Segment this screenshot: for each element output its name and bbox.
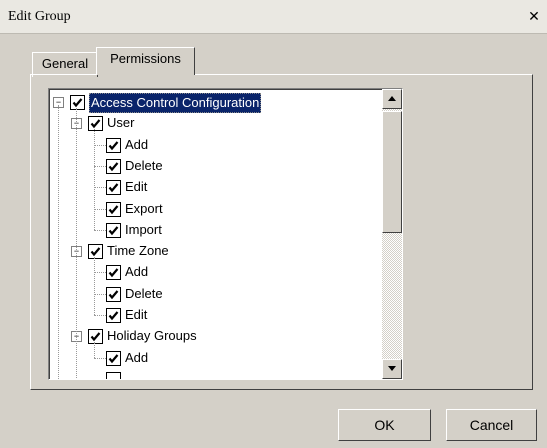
vertical-scrollbar[interactable] [382,89,402,379]
tree-connector [94,315,106,316]
title-bar: Edit Group ✕ [0,0,547,34]
permissions-tree[interactable]: − Access Control Configuration − User Add Del… [48,88,403,380]
cancel-button[interactable]: Cancel [446,409,537,441]
scroll-up-button[interactable] [382,89,402,109]
tree-connector [94,293,106,295]
tree-connector [94,229,106,231]
tree-connector [94,357,106,359]
tree-content: − Access Control Configuration − User Add Del… [49,89,377,379]
tree-connector [94,257,95,315]
tree-item-label: Add [125,264,149,280]
tree-item-label: Delete [125,285,163,301]
checkbox[interactable] [106,265,121,281]
checkbox[interactable] [88,116,103,132]
checkbox[interactable] [106,180,121,196]
tree-connector [94,342,95,358]
scroll-down-button[interactable] [382,359,402,379]
close-icon[interactable]: ✕ [525,8,543,25]
checkbox[interactable] [106,308,121,323]
tree-item-label: Add [125,136,149,152]
checkbox[interactable] [70,95,85,110]
tree-connector [94,272,106,274]
tree-item-label: Export [125,200,163,216]
tree-connector [94,129,95,230]
tree-connector [94,144,106,146]
tree-connector [94,187,106,189]
tree-item-label: Delete [125,157,163,173]
scroll-thumb[interactable] [382,111,402,233]
tree-item-label: Time Zone [107,243,169,259]
checkbox[interactable] [106,286,121,302]
checkbox[interactable] [106,137,121,153]
tree-connector [58,105,59,379]
tree-item-label: Edit [125,179,148,195]
tree-item-label: Add [125,349,149,365]
tree-root-label: Access Control Configuration [89,93,262,113]
checkbox[interactable] [106,201,121,217]
checkbox[interactable] [106,158,121,174]
checkbox[interactable] [88,329,103,345]
checkbox[interactable] [106,222,121,238]
arrow-down-icon [388,366,396,371]
tree-connector [94,165,106,167]
tree-connector [76,108,77,378]
tree-connector [94,208,106,210]
tab-permissions[interactable]: Permissions [96,47,195,75]
ok-button[interactable]: OK [338,409,431,441]
tree-item-label: Import [125,221,162,237]
arrow-up-icon [388,96,396,101]
tree-item-label: User [107,115,135,131]
checkbox[interactable] [106,350,121,366]
checkbox[interactable] [88,244,103,260]
tree-item-label: Holiday Groups [107,328,197,344]
tree-item-label: Edit [125,307,148,322]
checkbox[interactable] [106,371,121,379]
window-title: Edit Group [8,9,71,24]
